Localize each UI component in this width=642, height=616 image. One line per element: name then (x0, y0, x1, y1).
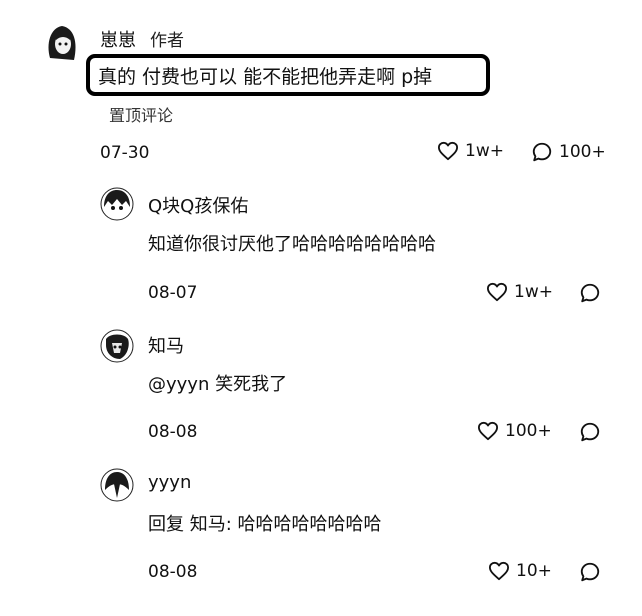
comment-date: 07-30 (100, 143, 150, 163)
like-button[interactable]: 1w+ (437, 141, 504, 161)
comment-bubble-icon (532, 142, 552, 162)
reply-date: 08-08 (148, 422, 198, 442)
reply-author[interactable]: Q块Q孩保佑 (148, 192, 248, 218)
comment-bubble-icon (580, 562, 600, 582)
like-button[interactable]: 10+ (488, 561, 552, 581)
reply-text[interactable]: 回复 知马: 哈哈哈哈哈哈哈哈 (148, 510, 382, 536)
avatar-image (100, 187, 134, 221)
like-count: 1w+ (514, 282, 553, 302)
reply-button[interactable] (579, 421, 601, 447)
reply-button[interactable]: 100+ (531, 141, 606, 163)
avatar[interactable] (100, 187, 134, 221)
reply-author[interactable]: yyyn (148, 472, 191, 493)
reply-text[interactable]: @yyyn 笑死我了 (148, 370, 287, 396)
heart-icon (488, 561, 509, 581)
avatar-image (40, 20, 84, 64)
reply-text[interactable]: 知道你很讨厌他了哈哈哈哈哈哈哈哈 (148, 230, 436, 256)
reply-button[interactable] (579, 561, 601, 587)
reply-button[interactable] (579, 282, 601, 308)
avatar[interactable] (40, 20, 84, 64)
avatar-image (100, 329, 134, 363)
reply-author[interactable]: 知马 (148, 332, 184, 358)
avatar-image (100, 468, 134, 502)
avatar[interactable] (100, 329, 134, 363)
like-count: 10+ (516, 561, 552, 581)
reply-date: 08-08 (148, 562, 198, 582)
author-name[interactable]: 崽崽 (100, 30, 136, 51)
author-badge: 作者 (150, 31, 184, 51)
comment-bubble-icon (580, 283, 600, 303)
heart-icon (486, 282, 507, 302)
comment-bubble-icon (580, 422, 600, 442)
like-button[interactable]: 100+ (477, 421, 552, 441)
avatar[interactable] (100, 468, 134, 502)
pinned-label: 置顶评论 (109, 106, 174, 125)
like-button[interactable]: 1w+ (486, 282, 553, 302)
like-count: 1w+ (465, 141, 504, 161)
reply-count: 100+ (559, 142, 606, 162)
comment-content[interactable]: 真的 付费也可以 能不能把他弄走啊 p掉 (86, 54, 490, 96)
heart-icon (477, 421, 498, 441)
reply-date: 08-07 (148, 283, 198, 303)
like-count: 100+ (505, 421, 552, 441)
author-row: 崽崽 作者 (100, 26, 184, 52)
comment-text: 真的 付费也可以 能不能把他弄走啊 p掉 (98, 65, 433, 88)
heart-icon (437, 141, 458, 161)
